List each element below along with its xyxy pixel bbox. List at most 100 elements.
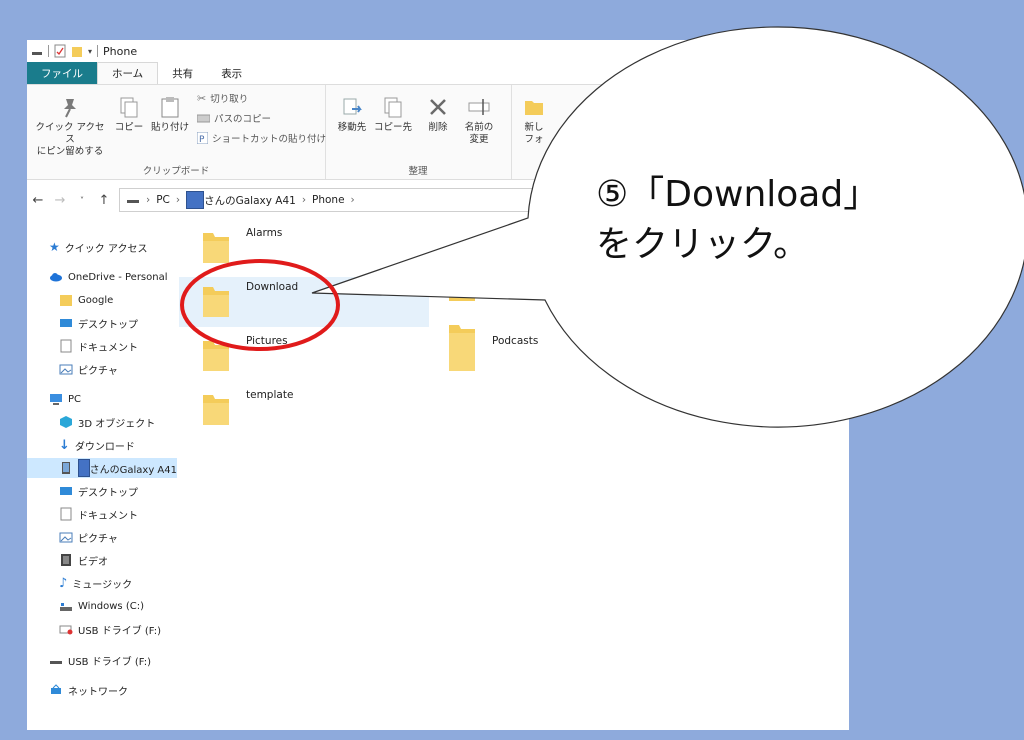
cube-icon — [60, 416, 72, 428]
nav-label: USB ドライブ (F:) — [78, 625, 162, 637]
callout-text: ⑤「Download」 をクリック。 — [596, 170, 879, 270]
rename-label-1: 名前の — [464, 122, 494, 133]
tab-home[interactable]: ホーム — [97, 62, 159, 84]
new-folder-icon — [525, 101, 543, 115]
nav-label: さんのGalaxy A41 — [89, 464, 177, 476]
folder-alarms[interactable]: Alarms — [179, 223, 429, 273]
cloud-icon — [50, 273, 62, 282]
new-folder-label-2: フォ — [524, 134, 544, 145]
scissors-icon: ✂ — [197, 91, 207, 105]
network-icon — [51, 684, 61, 694]
copy-path-button[interactable]: パスのコピー — [197, 111, 271, 125]
callout-line-1: ⑤「Download」 — [596, 174, 880, 215]
nav-onedrive[interactable]: OneDrive - Personal — [49, 267, 199, 287]
music-note-icon: ♪ — [59, 575, 68, 591]
crumb-separator-icon: › — [350, 194, 355, 206]
folder-icon — [203, 341, 229, 371]
crumb-separator-icon: › — [146, 194, 151, 206]
pin-quick-access-button[interactable]: クイック アクセス にピン留めする — [31, 95, 109, 158]
copy-to-icon — [384, 97, 402, 118]
folder-label: Podcasts — [492, 335, 539, 347]
nav-galaxy-a41[interactable]: さんのGalaxy A41 — [27, 458, 177, 478]
folder-label: template — [246, 389, 294, 401]
copy-button[interactable]: コピー — [111, 95, 147, 134]
nav-network[interactable]: ネットワーク — [49, 680, 199, 700]
new-folder-quick-icon[interactable] — [71, 44, 83, 58]
folder-icon — [203, 395, 229, 425]
clipboard-group: クイック アクセス にピン留めする コピー 貼り付け ✂ 切り取り パスのコピー… — [27, 85, 326, 179]
nav-label: 3D オブジェクト — [78, 418, 156, 430]
folder-label: Alarms — [246, 227, 283, 239]
title-separator-2 — [97, 45, 99, 57]
folder-template[interactable]: template — [179, 385, 429, 435]
folder-download[interactable]: Download — [179, 277, 429, 327]
redaction-box — [186, 191, 205, 209]
paste-button[interactable]: 貼り付け — [147, 95, 193, 134]
desktop-icon — [60, 319, 72, 327]
tab-share[interactable]: 共有 — [158, 62, 207, 84]
redaction-box — [78, 459, 90, 477]
drive-icon — [60, 603, 72, 611]
move-to-button[interactable]: 移動先 — [333, 95, 371, 134]
quick-access-dropdown-icon[interactable]: ▾ — [88, 47, 92, 56]
nav-label: Windows (C:) — [78, 600, 144, 612]
nav-label: デスクトップ — [78, 487, 138, 499]
up-arrow-icon[interactable]: ↑ — [93, 193, 115, 208]
nav-label: ダウンロード — [74, 441, 135, 453]
nav-label: ドキュメント — [78, 510, 138, 522]
nav-label: ドキュメント — [78, 342, 138, 354]
paste-icon — [161, 97, 179, 118]
copy-to-button[interactable]: コピー先 — [373, 95, 413, 134]
delete-button[interactable]: 削除 — [423, 95, 453, 134]
nav-label: ビデオ — [78, 556, 108, 568]
nav-label: OneDrive - Personal — [68, 271, 168, 283]
cut-button[interactable]: ✂ 切り取り — [197, 91, 248, 106]
crumb-separator-icon: › — [175, 194, 181, 206]
folder-view: Alarms Download Pictures template Podcas… — [179, 225, 849, 730]
delete-label: 削除 — [428, 122, 448, 133]
phone-icon — [62, 462, 70, 474]
tab-file[interactable]: ファイル — [27, 62, 97, 84]
paste-shortcut-button[interactable]: P ショートカットの貼り付け — [197, 131, 326, 145]
drive-icon — [32, 52, 42, 55]
usb-drive-icon — [59, 625, 73, 635]
nav-label: デスクトップ — [78, 319, 138, 331]
new-folder-button[interactable]: 新し フォ — [517, 95, 551, 146]
pc-icon — [50, 394, 62, 405]
back-arrow-icon[interactable]: ← — [27, 193, 49, 208]
rename-button[interactable]: 名前の 変更 — [459, 95, 499, 146]
new-group: 新し フォ — [511, 85, 571, 179]
folder-label: Pictures — [246, 335, 288, 347]
copy-label: コピー — [114, 122, 144, 133]
folder-icon — [60, 295, 72, 306]
pictures-icon — [59, 532, 73, 543]
forward-arrow-icon[interactable]: → — [49, 193, 71, 208]
svg-text:P: P — [199, 135, 205, 144]
crumb-separator-icon: › — [301, 194, 307, 206]
recent-dropdown-icon[interactable]: ˅ — [71, 196, 93, 205]
pin-label-1: クイック アクセス — [35, 122, 105, 145]
move-to-icon — [343, 98, 362, 115]
folder-pictures[interactable]: Pictures — [179, 331, 429, 381]
paste-label: 貼り付け — [150, 122, 189, 133]
nav-label: PC — [68, 393, 82, 405]
properties-icon[interactable] — [54, 44, 66, 58]
paste-shortcut-label: ショートカットの貼り付け — [212, 134, 327, 145]
nav-pc[interactable]: PC — [49, 389, 199, 409]
crumb-galaxy[interactable]: さんのGalaxy A41 — [204, 193, 296, 208]
navigation-pane: ★ クイック アクセス OneDrive - Personal Google デ… — [27, 225, 177, 730]
nav-quick-access[interactable]: ★ クイック アクセス — [49, 237, 199, 257]
crumb-phone[interactable]: Phone — [312, 194, 345, 206]
paste-shortcut-icon: P — [197, 132, 208, 144]
copy-path-icon — [197, 114, 210, 122]
crumb-pc[interactable]: PC — [156, 194, 170, 206]
download-arrow-icon: ↓ — [59, 437, 70, 453]
organize-group: 移動先 コピー先 削除 名前の 変更 整理 — [325, 85, 512, 179]
title-separator — [48, 45, 49, 57]
nav-usb-f-2[interactable]: USB ドライブ (F:) — [49, 650, 199, 670]
pictures-icon — [59, 364, 73, 375]
folder-icon — [449, 271, 475, 301]
nav-label: ネットワーク — [68, 686, 128, 698]
rename-icon — [468, 99, 490, 115]
tab-view[interactable]: 表示 — [207, 62, 256, 84]
